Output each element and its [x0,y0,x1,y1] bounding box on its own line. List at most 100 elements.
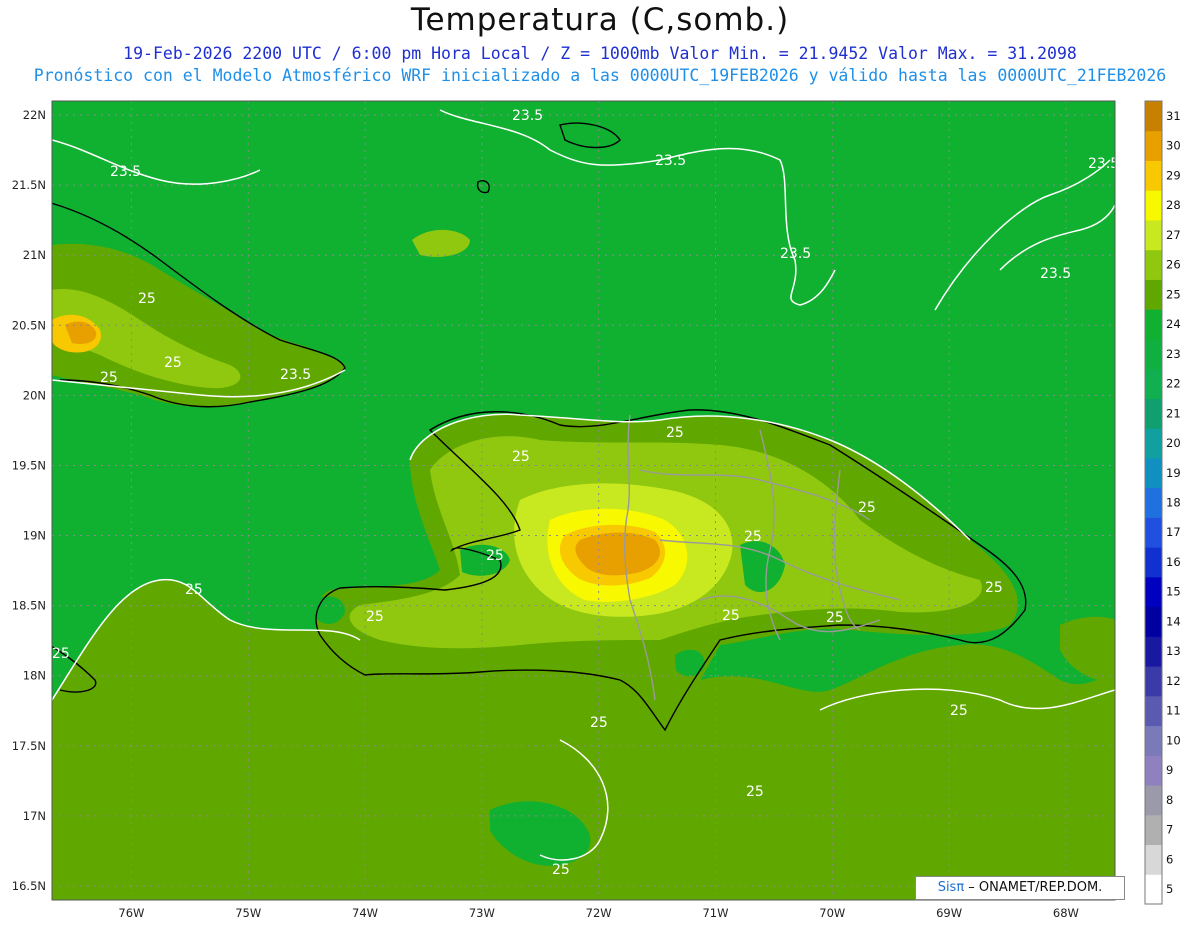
lat-label: 18.5N [12,599,46,613]
colorbar-tick-label: 11 [1166,704,1181,718]
contour-label: 25 [512,449,530,465]
colorbar-tick-label: 23 [1166,347,1181,361]
contour-label: 25 [858,500,876,516]
colorbar-swatch [1145,398,1162,429]
colorbar-tick-label: 29 [1166,168,1181,182]
temperature-map: 23.5 23.5 23.5 23.5 23.5 23.5 25 25 25 25 25 25 25 25… [12,100,1181,920]
longitude-labels: 76W 75W 74W 73W 72W 71W 70W 69W 68W [118,906,1079,920]
lat-label: 16.5N [12,879,46,893]
lon-label: 70W [819,906,845,920]
contour-label: 25 [366,609,384,625]
colorbar-swatch [1145,130,1162,161]
colorbar-swatch [1145,874,1162,905]
colorbar-tick-label: 22 [1166,377,1181,391]
colorbar-tick-label: 7 [1166,823,1173,837]
colorbar-swatch [1145,428,1162,459]
colorbar-tick-label: 12 [1166,674,1181,688]
colorbar-swatch [1145,785,1162,816]
contour-label: 25 [552,862,570,878]
colorbar-swatch [1145,666,1162,697]
colorbar-tick-label: 6 [1166,852,1173,866]
colorbar-swatch [1145,457,1162,489]
colorbar-tick-label: 13 [1166,644,1181,658]
contour-label: 23.5 [280,367,311,383]
lon-label: 73W [469,906,495,920]
lat-label: 22N [23,108,46,122]
lat-label: 21.5N [12,178,46,192]
contour-label: 23.5 [780,246,811,262]
contour-label: 23.5 [1088,156,1119,172]
colorbar-swatch [1145,814,1162,846]
lat-label: 19N [23,529,46,543]
lon-label: 75W [235,906,261,920]
colorbar-tick-label: 14 [1166,614,1181,628]
colorbar-swatch [1145,844,1162,875]
contour-label: 25 [826,610,844,626]
colorbar-swatch [1145,368,1162,399]
contour-label: 25 [185,582,203,598]
colorbar-tick-label: 31 [1166,109,1181,123]
colorbar-swatch [1145,547,1162,578]
colorbar-tick-label: 19 [1166,466,1181,480]
colorbar-tick-label: 5 [1166,882,1173,896]
colorbar-tick-label: 27 [1166,228,1181,242]
colorbar-swatch [1145,249,1162,280]
colorbar-swatch [1145,101,1162,132]
lon-label: 69W [936,906,962,920]
contour-label: 25 [985,580,1003,596]
contour-label: 23.5 [512,108,543,124]
colorbar-tick-label: 28 [1166,198,1181,212]
colorbar-tick-label: 16 [1166,555,1181,569]
colorbar-tick-label: 8 [1166,793,1173,807]
lon-label: 72W [586,906,612,920]
contour-label: 25 [486,548,504,564]
colorbar-swatch [1145,279,1162,310]
colorbar-tick-label: 10 [1166,733,1181,747]
contour-label: 25 [590,715,608,731]
lat-label: 21N [23,248,46,262]
credit-box: Sisπ – ONAMET/REP.DOM. [915,876,1125,900]
colorbar-swatch [1145,725,1162,756]
lon-label: 74W [352,906,378,920]
colorbar-swatch [1145,309,1162,340]
colorbar-tick-label: 26 [1166,258,1181,272]
colorbar-tick-label: 15 [1166,585,1181,599]
colorbar-swatch [1145,755,1162,786]
colorbar-swatch [1145,606,1162,637]
lat-label: 17N [23,809,46,823]
contour-label: 25 [950,703,968,719]
lat-label: 17.5N [12,739,46,753]
colorbar-tick-label: 18 [1166,496,1181,510]
colorbar-tick-label: 17 [1166,525,1181,539]
lon-label: 71W [702,906,728,920]
latitude-labels: 22N 21.5N 21N 20.5N 20N 19.5N 19N 18.5N 18N 17.5N… [12,108,46,893]
colorbar-swatch [1145,695,1162,727]
contour-label: 25 [744,529,762,545]
colorbar-tick-label: 24 [1166,317,1181,331]
contour-label: 25 [722,608,740,624]
colorbar-tick-label: 20 [1166,436,1181,450]
colorbar-swatch [1145,576,1162,608]
colorbar-tick-label: 30 [1166,139,1181,153]
lat-label: 19.5N [12,458,46,472]
colorbar-swatch [1145,636,1162,667]
lat-label: 20N [23,388,46,402]
contour-label: 25 [138,291,156,307]
colorbar-swatch [1145,190,1162,221]
colorbar-tick-label: 21 [1166,406,1181,420]
colorbar: 5 6 7 8 9 10 11 12 13 14 15 16 17 18 19 20 21 22 23 24 25 26 2… [1144,100,1181,905]
temperature-field [52,101,1115,900]
contour-label: 23.5 [110,164,141,180]
colorbar-tick-label: 25 [1166,287,1181,301]
lat-label: 20.5N [12,318,46,332]
lon-label: 68W [1053,906,1079,920]
colorbar-tick-label: 9 [1166,763,1173,777]
credit-org: – ONAMET/REP.DOM. [964,880,1103,895]
contour-label: 25 [666,425,684,441]
colorbar-swatch [1145,160,1162,191]
contour-label: 25 [100,370,118,386]
contour-label: 25 [164,355,182,371]
contour-label: 25 [52,646,70,662]
colorbar-swatch [1145,338,1162,370]
colorbar-swatch [1145,487,1162,518]
